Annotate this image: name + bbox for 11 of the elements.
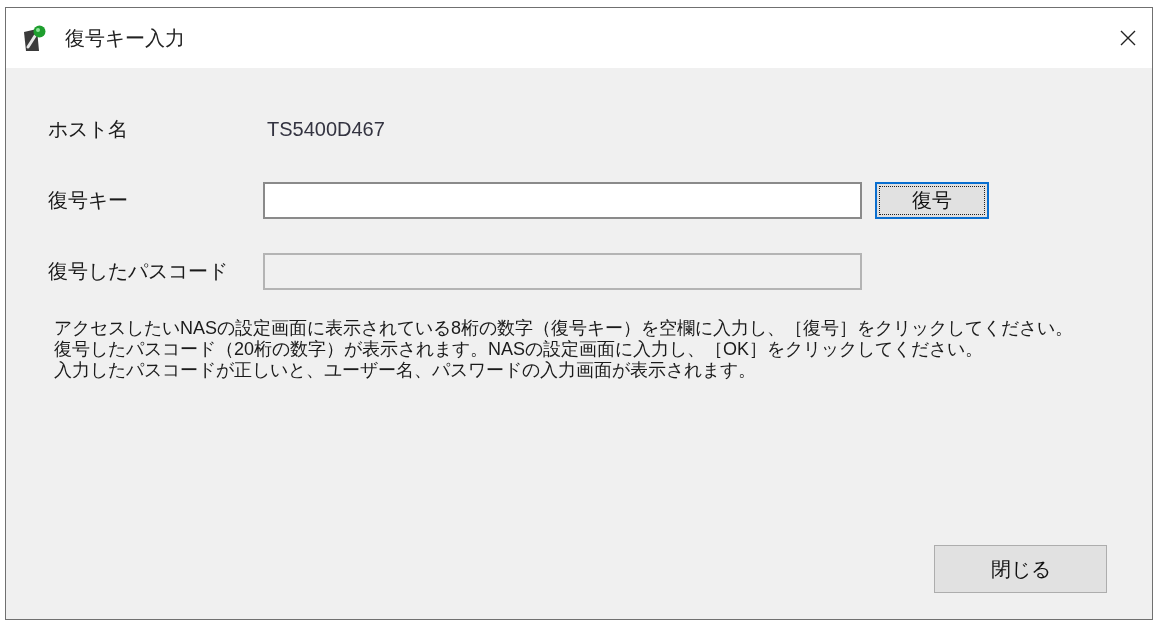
field-label: 復号キー <box>48 188 128 213</box>
close-icon <box>1120 30 1136 46</box>
app-logo-icon <box>23 24 46 52</box>
window-title: 復号キー入力 <box>65 25 185 51</box>
close-dialog-button[interactable]: 閉じる <box>934 545 1107 593</box>
field-label: ホスト名 <box>48 117 128 142</box>
host-name-value: TS5400D467 <box>267 118 385 141</box>
text-input-field[interactable] <box>263 182 862 219</box>
decrypt-button[interactable]: 復号 <box>875 182 989 219</box>
field-label: 復号したパスコード <box>48 259 228 284</box>
instructions-text: アクセスしたいNASの設定画面に表示されている8桁の数字（復号キー）を空欄に入力し、［復号］をクリックしてください。 復号したパスコード（20桁の数字）が表示されます。NASの設定画面に入力し、［OK］をクリックしてください。 入力したパスコードが正しいと、ユーザー名、パスワードの入力画面が表示されます。 <box>54 318 1074 381</box>
